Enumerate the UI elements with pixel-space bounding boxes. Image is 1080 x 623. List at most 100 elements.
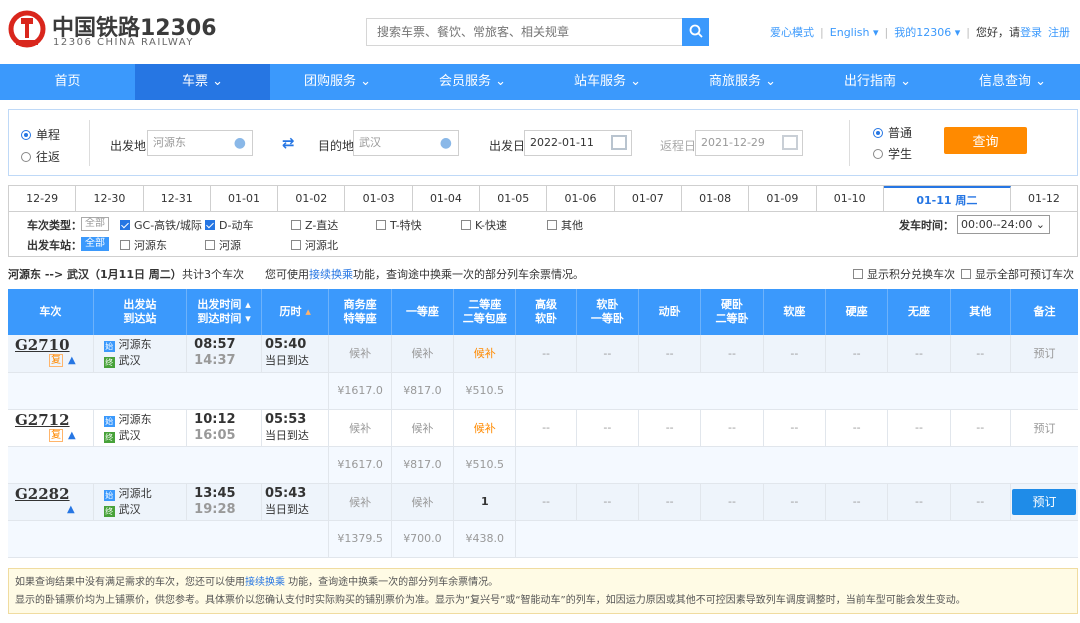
col-duration[interactable]: 历时 ▴ — [261, 289, 330, 335]
seat-second[interactable]: 候补 — [453, 409, 517, 447]
points-option[interactable]: 显示积分兑换车次 — [853, 266, 955, 282]
date-tab[interactable]: 01-01 — [210, 186, 279, 211]
type-other[interactable]: 其他 — [547, 217, 583, 233]
type-z[interactable]: Z-直达 — [291, 217, 338, 233]
date-tab[interactable]: 01-10 — [816, 186, 884, 211]
date-tab[interactable]: 01-05 — [480, 186, 548, 211]
col-hardseat: 硬座 — [825, 289, 889, 335]
station-heyuandong[interactable]: 河源东 — [120, 237, 167, 253]
type-d[interactable]: D-动车 — [205, 217, 253, 233]
type-label: D-动车 — [219, 219, 254, 232]
register-link[interactable]: 注册 — [1048, 24, 1070, 40]
station-all-toggle[interactable]: 全部 — [81, 237, 109, 251]
depart-date-input[interactable]: 2022-01-11 — [524, 130, 632, 156]
book-button[interactable]: 预订 — [1012, 488, 1077, 515]
my-12306-link[interactable]: 我的12306 ▾ — [894, 24, 960, 40]
seat-business[interactable]: 候补 — [328, 483, 392, 521]
care-mode-link[interactable]: 爱心模式 — [770, 24, 814, 40]
passenger-student[interactable]: 学生 — [873, 145, 912, 162]
col-times[interactable]: 出发时间 ▴ 到达时间 ▾ — [186, 289, 262, 335]
date-tab[interactable]: 01-09 — [749, 186, 817, 211]
return-date-input[interactable]: 2021-12-29 — [695, 130, 803, 156]
fuxing-badge: 复 — [49, 428, 63, 442]
railway-logo-icon[interactable] — [8, 10, 46, 48]
swap-icon[interactable]: ⇄ — [282, 134, 295, 152]
station-heyuan[interactable]: 河源 — [205, 237, 241, 253]
chevron-down-icon: ⌄ — [900, 74, 912, 89]
train-number-link[interactable]: G2282 — [15, 486, 93, 502]
from-station-input[interactable]: 河源东 ● — [147, 130, 253, 156]
seat-business[interactable]: 候补 — [328, 335, 392, 373]
english-link[interactable]: English ▾ — [830, 26, 879, 39]
date-tab[interactable]: 01-12 — [1010, 186, 1078, 211]
transfer-link[interactable]: 接续换乘 — [309, 268, 353, 281]
seat-first[interactable]: 候补 — [391, 483, 455, 521]
seat-second[interactable]: 1 — [453, 483, 517, 521]
nav-station[interactable]: 站车服务 ⌄ — [540, 64, 675, 100]
price-spacer — [515, 372, 1078, 410]
query-button[interactable]: 查询 — [944, 127, 1027, 154]
transfer-link[interactable]: 接续换乘 — [245, 577, 285, 588]
checkbox-icon — [205, 240, 215, 250]
seat-first[interactable]: 候补 — [391, 335, 455, 373]
date-tab[interactable]: 01-03 — [345, 186, 413, 211]
to-station-input[interactable]: 武汉 ● — [353, 130, 459, 156]
nav-label: 车票 — [181, 74, 208, 89]
col-label: 二等座 — [468, 298, 502, 311]
expand-caret-icon[interactable]: ▲ — [68, 355, 76, 366]
nav-member[interactable]: 会员服务 ⌄ — [405, 64, 540, 100]
search-button[interactable] — [682, 18, 709, 46]
train-number-link[interactable]: G2712 — [15, 412, 93, 428]
trip-round[interactable]: 往返 — [21, 148, 60, 165]
type-k[interactable]: K-快速 — [461, 217, 507, 233]
end-station-icon: 终 — [103, 431, 115, 443]
type-t[interactable]: T-特快 — [376, 217, 422, 233]
type-all-toggle[interactable]: 全部 — [81, 217, 109, 231]
seat-unavailable: -- — [950, 409, 1011, 447]
train-number-link[interactable]: G2710 — [15, 337, 93, 353]
start-station-icon: 始 — [103, 415, 115, 427]
seat-unavailable: -- — [638, 409, 702, 447]
nav-guide[interactable]: 出行指南 ⌄ — [810, 64, 945, 100]
nav-label: 出行指南 — [843, 74, 896, 89]
date-tab[interactable]: 01-04 — [412, 186, 481, 211]
date-tab[interactable]: 01-02 — [278, 186, 346, 211]
expand-caret-icon[interactable]: ▲ — [67, 504, 75, 515]
seat-business[interactable]: 候补 — [328, 409, 392, 447]
date-tab[interactable]: 12-30 — [76, 186, 144, 211]
my-12306-label: 我的12306 — [894, 26, 952, 39]
duration-cell: 05:40 当日到达 — [261, 335, 330, 373]
nav-business[interactable]: 商旅服务 ⌄ — [675, 64, 810, 100]
expand-caret-icon[interactable]: ▲ — [68, 430, 76, 441]
nav-group[interactable]: 团购服务 ⌄ — [270, 64, 405, 100]
nav-tickets[interactable]: 车票 ⌄ — [135, 64, 270, 100]
search-input[interactable] — [366, 18, 682, 46]
seat-unavailable: -- — [950, 483, 1011, 521]
station-heyuanbei[interactable]: 河源北 — [291, 237, 338, 253]
seat-first[interactable]: 候补 — [391, 409, 455, 447]
nav-info[interactable]: 信息查询 ⌄ — [945, 64, 1080, 100]
login-link[interactable]: 登录 — [1020, 26, 1042, 39]
trip-one-way[interactable]: 单程 — [21, 126, 60, 143]
date-tab[interactable]: 12-31 — [143, 186, 211, 211]
train-cell: G2710 复 ▲ — [8, 335, 94, 373]
date-tab[interactable]: 01-08 — [681, 186, 750, 211]
date-tab[interactable]: 01-06 — [547, 186, 615, 211]
date-tab[interactable]: 12-29 — [9, 186, 77, 211]
to-value: 武汉 — [359, 136, 381, 149]
depart-value: 2022-01-11 — [530, 136, 594, 149]
col-label: 特等座 — [343, 312, 377, 325]
col-stations: 出发站 到达站 — [93, 289, 188, 335]
date-tab-selected[interactable]: 01-11 周二 — [883, 186, 1011, 211]
calendar-icon — [782, 135, 798, 150]
checkbox-icon — [461, 220, 471, 230]
seat-second[interactable]: 候补 — [453, 335, 517, 373]
date-tab[interactable]: 01-07 — [614, 186, 682, 211]
train-table: 车次 出发站 到达站 出发时间 ▴ 到达时间 ▾ 历时 ▴ 商务座 特等座 一等座 二… — [8, 289, 1078, 558]
bookable-option[interactable]: 显示全部可预订车次 — [961, 266, 1074, 282]
type-gc[interactable]: GC-高铁/城际 — [120, 217, 202, 233]
nav-home[interactable]: 首页 — [0, 64, 135, 100]
seat-unavailable: -- — [887, 409, 951, 447]
time-select[interactable]: 00:00--24:00 ⌄ — [957, 215, 1050, 234]
passenger-normal[interactable]: 普通 — [873, 124, 912, 141]
